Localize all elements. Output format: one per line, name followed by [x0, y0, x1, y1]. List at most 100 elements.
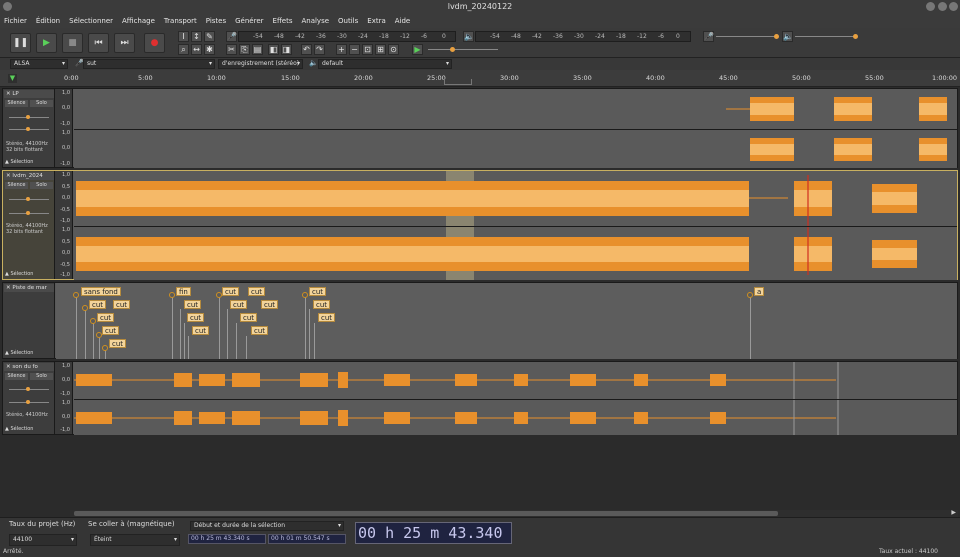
solo-button[interactable]: Solo	[30, 182, 53, 189]
pan-slider[interactable]	[9, 127, 49, 131]
label[interactable]: a	[754, 287, 765, 296]
label[interactable]: cut	[89, 300, 107, 309]
snap-select[interactable]: Éteint	[90, 534, 180, 546]
minimize-icon[interactable]	[926, 2, 935, 11]
cut-icon[interactable]: ✂	[226, 44, 237, 55]
label[interactable]: cut	[97, 313, 115, 322]
label-marker[interactable]	[90, 318, 96, 324]
menu-analyse[interactable]: Analyse	[301, 17, 329, 25]
menu-transport[interactable]: Transport	[164, 17, 197, 25]
label[interactable]: cut	[230, 300, 248, 309]
label-marker[interactable]	[302, 292, 308, 298]
track-select-button[interactable]: ▲ Sélection	[5, 350, 33, 356]
menu-generer[interactable]: Générer	[235, 17, 263, 25]
play-speed-slider[interactable]	[428, 47, 498, 52]
label[interactable]: cut	[102, 326, 120, 335]
menu-selectionner[interactable]: Sélectionner	[69, 17, 113, 25]
label-marker[interactable]	[82, 305, 88, 311]
label[interactable]: cut	[113, 300, 131, 309]
label[interactable]: cut	[248, 287, 266, 296]
envelope-tool-icon[interactable]: ↕	[191, 31, 202, 42]
mute-button[interactable]: Silence	[5, 100, 28, 107]
multi-tool-icon[interactable]: ✱	[204, 44, 215, 55]
playback-device-select[interactable]: default	[318, 59, 452, 69]
label[interactable]: cut	[184, 300, 202, 309]
speaker-icon[interactable]: 🔈	[463, 31, 474, 42]
paste-icon[interactable]: ▤	[252, 44, 263, 55]
track-select-button[interactable]: ▲ Sélection	[5, 271, 33, 277]
gain-slider[interactable]	[9, 197, 49, 201]
maximize-icon[interactable]	[938, 2, 947, 11]
label[interactable]: cut	[109, 339, 127, 348]
audio-host-select[interactable]: ALSA	[10, 59, 68, 69]
timeline-ruler[interactable]: ▼ 0:00 5:00 10:00 15:00 20:00 25:00 30:0…	[0, 70, 960, 87]
track-select-button[interactable]: ▲ Sélection	[5, 426, 33, 432]
stop-button[interactable]: ■	[62, 33, 83, 53]
menu-affichage[interactable]: Affichage	[122, 17, 155, 25]
track-name-menu[interactable]: ✕ lvdm_2024	[4, 172, 54, 180]
window-menu-icon[interactable]	[3, 2, 12, 11]
record-button[interactable]: ●	[144, 33, 165, 53]
redo-icon[interactable]: ↷	[314, 44, 325, 55]
label-marker[interactable]	[102, 345, 108, 351]
gain-slider[interactable]	[9, 115, 49, 119]
timeshift-tool-icon[interactable]: ↔	[191, 44, 202, 55]
play-meter[interactable]: -54 -48 -42 -36 -30 -24 -18 -12 -6 0	[475, 31, 691, 42]
record-meter[interactable]: -54 -48 -42 -36 -30 -24 -18 -12 -6 0	[238, 31, 456, 42]
gain-knob[interactable]	[26, 197, 30, 201]
waveform-channel-left[interactable]	[74, 362, 957, 399]
waveform-channel-right[interactable]	[74, 399, 957, 435]
waveform-channel-right[interactable]	[74, 129, 957, 168]
audio-position-time[interactable]: 00 h 25 m 43.340 s	[355, 522, 512, 544]
menu-outils[interactable]: Outils	[338, 17, 358, 25]
pan-slider[interactable]	[9, 400, 49, 404]
selection-length-time[interactable]: 00 h 01 m 50.547 s	[268, 534, 346, 544]
gain-knob[interactable]	[26, 387, 30, 391]
label-lane[interactable]: sans fond cut cut cut cut cut fin cut cu…	[56, 283, 957, 359]
menu-extra[interactable]: Extra	[367, 17, 385, 25]
waveform-channel-right[interactable]	[74, 226, 957, 280]
zoom-tool-icon[interactable]: ⌕	[178, 44, 189, 55]
waveform-channel-left[interactable]	[74, 89, 957, 129]
zoom-out-icon[interactable]: −	[349, 44, 360, 55]
skip-start-button[interactable]: ⏮	[88, 33, 109, 53]
pan-knob[interactable]	[26, 400, 30, 404]
mute-button[interactable]: Silence	[5, 182, 28, 189]
draw-tool-icon[interactable]: ✎	[204, 31, 215, 42]
menu-pistes[interactable]: Pistes	[206, 17, 226, 25]
amplitude-scale[interactable]: 1,0 0,5 0,0 -0,5 -1,0 1,0 0,5 0,0 -0,5 -…	[55, 171, 73, 279]
zoom-in-icon[interactable]: +	[336, 44, 347, 55]
label[interactable]: cut	[261, 300, 279, 309]
pause-button[interactable]: ❚❚	[10, 33, 31, 53]
mute-button[interactable]: Silence	[5, 373, 28, 380]
recording-channels-select[interactable]: d'enregistrement (stéréo)	[218, 59, 303, 69]
selection-mode-select[interactable]: Début et durée de la sélection	[190, 521, 344, 531]
label[interactable]: cut	[318, 313, 336, 322]
label[interactable]: cut	[313, 300, 331, 309]
mic-icon[interactable]: 🎤	[226, 31, 237, 42]
gain-knob[interactable]	[26, 115, 30, 119]
label[interactable]: cut	[222, 287, 240, 296]
label-marker[interactable]	[73, 292, 79, 298]
trim-icon[interactable]: ◧	[268, 44, 279, 55]
play-button[interactable]: ▶	[36, 33, 57, 53]
copy-icon[interactable]: ⎘	[239, 44, 250, 55]
selection-range-marker[interactable]	[444, 79, 472, 85]
label-marker[interactable]	[169, 292, 175, 298]
project-rate-select[interactable]: 44100	[9, 534, 77, 546]
label[interactable]: cut	[192, 326, 210, 335]
zoom-fit-icon[interactable]: ⊞	[375, 44, 386, 55]
playback-volume-knob[interactable]	[853, 34, 858, 39]
record-volume-slider[interactable]	[716, 34, 779, 39]
track-name-menu[interactable]: ✕ Piste de mar	[4, 284, 54, 292]
label[interactable]: cut	[251, 326, 269, 335]
record-volume-knob[interactable]	[774, 34, 779, 39]
menu-aide[interactable]: Aide	[395, 17, 410, 25]
menu-fichier[interactable]: Fichier	[4, 17, 27, 25]
pan-knob[interactable]	[26, 127, 30, 131]
horizontal-scrollbar[interactable]: ▶	[70, 509, 958, 517]
amplitude-scale[interactable]: 1,0 0,0 -1,0 1,0 0,0 -1,0	[55, 89, 73, 167]
label[interactable]: fin	[176, 287, 191, 296]
solo-button[interactable]: Solo	[30, 100, 53, 107]
label[interactable]: cut	[187, 313, 205, 322]
